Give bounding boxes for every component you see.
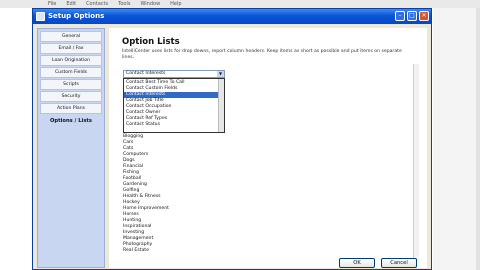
sidebar-item-email-fax[interactable]: Email / Fax bbox=[40, 43, 102, 54]
sidebar: General Email / Fax Loan Origination Cus… bbox=[37, 28, 105, 268]
window-controls: – □ ✕ bbox=[395, 11, 429, 21]
menu-file[interactable]: File bbox=[48, 0, 56, 8]
option-list-textarea[interactable]: Blogging Cars Cats Computers Dogs Financ… bbox=[123, 134, 303, 259]
dropdown-option[interactable]: Contact Occupation bbox=[124, 104, 224, 110]
sidebar-item-general[interactable]: General bbox=[40, 31, 102, 42]
menu-edit[interactable]: Edit bbox=[66, 0, 76, 8]
list-item: Real Estate bbox=[123, 248, 149, 253]
dropdown-option[interactable]: Contact Ref Types bbox=[124, 116, 224, 122]
panel-scrollbar[interactable] bbox=[413, 64, 419, 262]
ok-button[interactable]: OK bbox=[339, 258, 375, 268]
menu-help[interactable]: Help bbox=[170, 0, 181, 8]
sidebar-item-loan-origination[interactable]: Loan Origination bbox=[40, 55, 102, 66]
dropdown-option[interactable]: Contact Owner bbox=[124, 110, 224, 116]
maximize-icon[interactable]: □ bbox=[407, 11, 417, 21]
dialog-footer: OK Cancel bbox=[109, 258, 427, 268]
background-scrollbar bbox=[476, 8, 480, 270]
app-icon bbox=[36, 12, 45, 21]
sidebar-item-action-plans[interactable]: Action Plans bbox=[40, 103, 102, 114]
page-title: Option Lists bbox=[122, 37, 180, 47]
dropdown-option[interactable]: Contact Best Time To Call bbox=[124, 80, 224, 86]
window-title: Setup Options bbox=[48, 12, 105, 20]
chevron-down-icon[interactable]: ▼ bbox=[217, 71, 224, 77]
close-icon[interactable]: ✕ bbox=[419, 11, 429, 21]
title-bar[interactable]: Setup Options – □ ✕ bbox=[33, 9, 431, 24]
sidebar-item-security[interactable]: Security bbox=[40, 91, 102, 102]
setup-options-dialog: Setup Options – □ ✕ General Email / Fax … bbox=[32, 8, 432, 270]
minimize-icon[interactable]: – bbox=[395, 11, 405, 21]
menu-contacts[interactable]: Contacts bbox=[86, 0, 108, 8]
sidebar-item-scripts[interactable]: Scripts bbox=[40, 79, 102, 90]
page-description: IntelliCenter uses lists for drop downs,… bbox=[122, 49, 402, 60]
list-type-dropdown: Contact Best Time To Call Contact Custom… bbox=[123, 78, 225, 133]
background-app-area bbox=[433, 8, 480, 270]
dropdown-scrollbar[interactable] bbox=[218, 79, 224, 132]
menu-tools[interactable]: Tools bbox=[118, 0, 130, 8]
dropdown-option[interactable]: Contact Job Title bbox=[124, 98, 224, 104]
menu-window[interactable]: Window bbox=[140, 0, 160, 8]
list-type-select-value: Contact Interests bbox=[126, 71, 166, 76]
list-type-select[interactable]: Contact Interests ▼ bbox=[123, 70, 225, 78]
dropdown-option-selected[interactable]: Contact Interests bbox=[124, 92, 224, 98]
cancel-button[interactable]: Cancel bbox=[381, 258, 417, 268]
app-menu: File Edit Contacts Tools Window Help bbox=[48, 0, 182, 8]
sidebar-item-custom-fields[interactable]: Custom Fields bbox=[40, 67, 102, 78]
options-lists-panel: Option Lists IntelliCenter uses lists fo… bbox=[109, 28, 427, 268]
sidebar-item-options-lists[interactable]: Options / Lists bbox=[40, 116, 102, 127]
dropdown-option[interactable]: Contact Custom Fields bbox=[124, 86, 224, 92]
dropdown-option[interactable]: Contact Status bbox=[124, 122, 224, 128]
